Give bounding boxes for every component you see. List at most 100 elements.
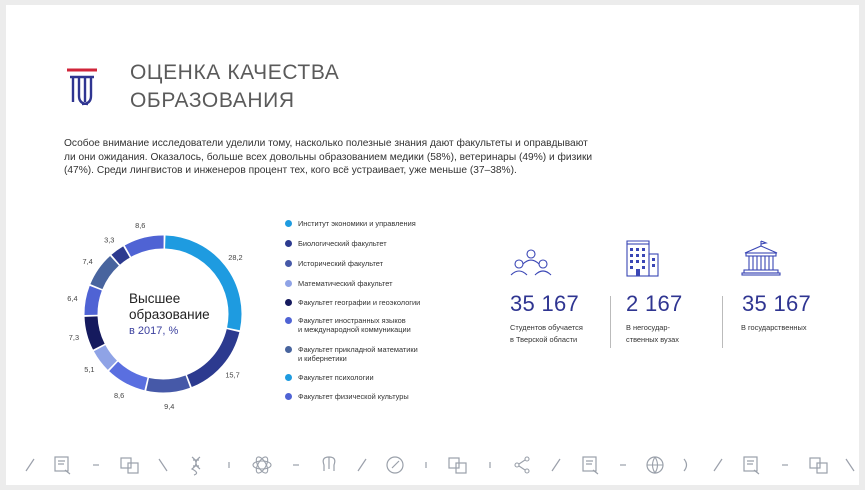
legend-label-line: Факультет географии и геоэкологии	[298, 298, 421, 307]
legend-swatch	[285, 260, 292, 267]
certificate-icon	[582, 456, 599, 475]
legend-label: Факультет географии и геоэкологии	[298, 298, 420, 307]
legend-label-line: Математический факультет	[298, 279, 393, 288]
chart-center-title-line: Высшее	[129, 291, 181, 306]
stat-value-state: 35 167	[742, 291, 812, 316]
separator-mark	[683, 458, 688, 472]
legend-swatch	[285, 280, 292, 287]
chart-center-title-line: образование	[129, 307, 210, 322]
legend-item: Факультет географии и геоэкологии	[285, 298, 420, 307]
stat-caption-private: В негосудар- ственных вузах	[626, 322, 679, 346]
donut-data-label: 3,3	[104, 235, 114, 244]
intro-line: (47%). Среди лингвистов и инженеров проц…	[64, 165, 517, 177]
donut-segment	[124, 235, 164, 257]
legend-label: Факультет иностранных языков и международ…	[298, 316, 411, 334]
donut-data-label: 15,7	[225, 370, 239, 379]
globe-icon	[646, 456, 664, 475]
stat-caption-line: Студентов обучается	[510, 323, 583, 332]
legend-item: Факультет физической культуры	[285, 392, 409, 401]
donut-segment	[84, 316, 105, 350]
donut-segment	[90, 256, 120, 290]
legend-label-line: и международной коммуникации	[298, 325, 411, 334]
donut-segment	[111, 246, 130, 265]
legend-item: Институт экономики и управления	[285, 219, 416, 228]
legend-label: Исторический факультет	[298, 259, 383, 268]
legend-label: Факультет прикладной математики и киберне…	[298, 345, 418, 363]
legend-swatch	[285, 346, 292, 353]
government-building-icon	[741, 240, 781, 276]
legend-label: Биологический факультет	[298, 239, 387, 248]
legend-swatch	[285, 240, 292, 247]
donut-segment	[146, 375, 191, 393]
compass-icon	[386, 456, 404, 474]
certificate-icon	[743, 456, 760, 475]
translate-icon	[448, 457, 467, 474]
stat-value-private: 2 167	[626, 291, 683, 316]
donut-segment	[84, 285, 102, 316]
intro-line: ли они ожидания. Оказалось, больше всех …	[64, 151, 593, 163]
stat-caption-line: в Тверской области	[510, 335, 578, 344]
legend-swatch	[285, 374, 292, 381]
donut-data-label: 7,4	[82, 257, 92, 266]
legend-item: Факультет психологии	[285, 373, 374, 382]
donut-data-label: 8,6	[135, 221, 145, 230]
donut-data-label: 9,4	[164, 402, 174, 411]
legend-label-line: и кибернетики	[298, 354, 347, 363]
chart-center-subtitle: в 2017, %	[129, 325, 179, 337]
legend-swatch	[285, 299, 292, 306]
separator-mark	[845, 458, 855, 472]
stat-caption-state: В государственных	[741, 322, 807, 334]
donut-data-label: 7,3	[69, 333, 79, 342]
legend-label-line: Институт экономики и управления	[298, 219, 416, 228]
office-building-icon	[626, 240, 659, 277]
legend-label: Математический факультет	[298, 279, 393, 288]
certificate-icon	[54, 456, 71, 475]
intro-line: Особое внимание исследователи уделили то…	[64, 138, 588, 149]
page-title-line-2: ОБРАЗОВАНИЯ	[130, 89, 295, 112]
legend-swatch	[285, 317, 292, 324]
donut-segment	[93, 344, 118, 370]
legend-label: Факультет психологии	[298, 373, 374, 382]
separator-mark	[25, 458, 35, 472]
legend-label-line: Биологический факультет	[298, 239, 387, 248]
donut-data-label: 8,6	[114, 391, 124, 400]
atom-icon	[252, 456, 272, 474]
legend-label-line: Факультет прикладной математики	[298, 345, 418, 354]
stat-caption-line: В негосудар-	[626, 323, 670, 332]
people-icon	[510, 249, 552, 276]
separator-mark	[158, 458, 168, 472]
page-title-line-1: ОЦЕНКА КАЧЕСТВА	[130, 61, 340, 84]
stat-caption-line: В государственных	[741, 323, 807, 332]
legend-item: Факультет прикладной математики и киберне…	[285, 345, 418, 363]
legend-label-line: Факультет психологии	[298, 373, 374, 382]
stat-value-students: 35 167	[510, 291, 580, 316]
separator-mark	[551, 458, 561, 472]
stat-caption-line: ственных вузах	[626, 335, 679, 344]
donut-data-label: 5,1	[84, 365, 94, 374]
legend-item: Факультет иностранных языков и международ…	[285, 316, 411, 334]
stat-divider	[610, 296, 611, 348]
legend-label: Факультет физической культуры	[298, 392, 409, 401]
legend-label-line: Исторический факультет	[298, 259, 384, 268]
donut-data-label: 6,4	[67, 294, 77, 303]
legend-item: Исторический факультет	[285, 259, 383, 268]
donut-segment	[109, 361, 148, 391]
dna-icon	[190, 456, 201, 476]
chart-center-title: Высшее образование	[129, 291, 239, 323]
translate-icon	[809, 457, 828, 474]
university-logo-icon	[67, 68, 97, 106]
stat-divider	[722, 296, 723, 348]
share-icon	[514, 456, 530, 474]
decorative-icon-strip	[25, 456, 855, 476]
translate-icon	[120, 457, 139, 474]
legend-item: Биологический факультет	[285, 239, 387, 248]
brain-icon	[322, 456, 336, 471]
legend-label: Институт экономики и управления	[298, 219, 416, 228]
separator-mark	[713, 458, 723, 472]
legend-swatch	[285, 393, 292, 400]
legend-swatch	[285, 220, 292, 227]
legend-label-line: Факультет физической культуры	[298, 392, 409, 401]
legend-item: Математический факультет	[285, 279, 393, 288]
intro-paragraph: Особое внимание исследователи уделили то…	[64, 137, 754, 178]
separator-mark	[357, 458, 367, 472]
